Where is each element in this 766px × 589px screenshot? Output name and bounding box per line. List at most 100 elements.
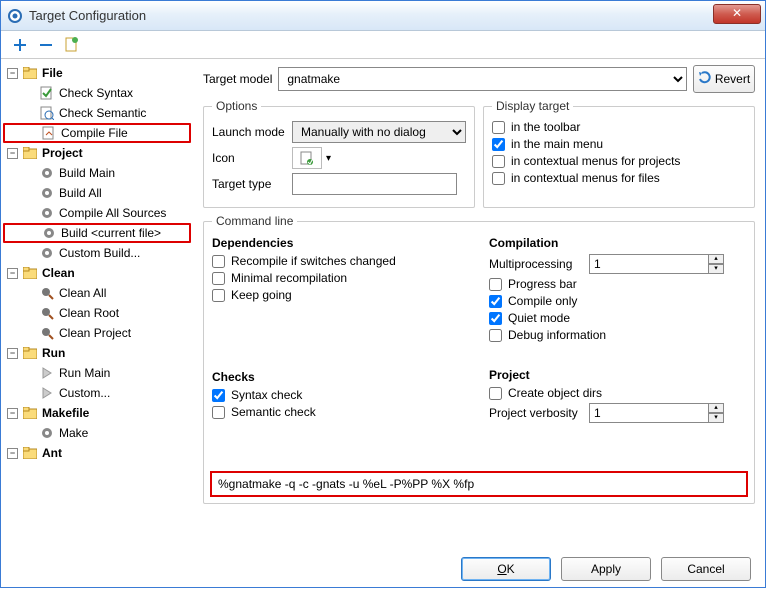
multi-label: Multiprocessing (489, 257, 589, 271)
revert-button[interactable]: Revert (693, 65, 755, 93)
tree-run-custom[interactable]: Custom... (3, 383, 191, 403)
display-legend: Display target (492, 99, 573, 113)
chk-syntax[interactable] (212, 389, 225, 402)
cancel-button[interactable]: Cancel (661, 557, 751, 581)
chk-recompile[interactable] (212, 255, 225, 268)
chk-create-obj[interactable] (489, 387, 502, 400)
spinner-buttons[interactable]: ▴▾ (708, 254, 724, 274)
spinner-buttons[interactable]: ▴▾ (708, 403, 724, 423)
folder-icon (22, 65, 38, 81)
tree-label: Ant (42, 446, 62, 460)
remove-icon[interactable] (37, 36, 55, 54)
multi-input[interactable] (589, 254, 709, 274)
tree-label: Check Syntax (59, 86, 133, 100)
chk-mainmenu[interactable] (492, 138, 505, 151)
add-icon[interactable] (11, 36, 29, 54)
tree-check-syntax[interactable]: Check Syntax (3, 83, 191, 103)
folder-icon (22, 445, 38, 461)
command-line-group: Command line Dependencies Recompile if s… (203, 214, 755, 504)
display-group: Display target in the toolbar in the mai… (483, 99, 755, 208)
tree-label: Custom Build... (59, 246, 140, 260)
tree-label: Check Semantic (59, 106, 146, 120)
chk-toolbar[interactable] (492, 121, 505, 134)
tree-run[interactable]: − Run (3, 343, 191, 363)
chk-ctx-proj-label: in contextual menus for projects (511, 154, 680, 168)
gear-icon (39, 185, 55, 201)
tree-label: Makefile (42, 406, 89, 420)
collapse-icon[interactable]: − (7, 448, 18, 459)
tree-build-all[interactable]: Build All (3, 183, 191, 203)
collapse-icon[interactable]: − (7, 68, 18, 79)
chk-quiet[interactable] (489, 312, 502, 325)
footer: OK Apply Cancel (1, 549, 765, 589)
compile-icon (41, 125, 57, 141)
chk-semantic-label: Semantic check (231, 405, 316, 419)
tree-compile-file[interactable]: Compile File (3, 123, 191, 143)
tree-makefile[interactable]: − Makefile (3, 403, 191, 423)
target-model-label: Target model (203, 72, 272, 86)
collapse-icon[interactable]: − (7, 148, 18, 159)
tree-label: Run (42, 346, 65, 360)
collapse-icon[interactable]: − (7, 408, 18, 419)
command-line-text[interactable]: %gnatmake -q -c -gnats -u %eL -P%PP %X %… (210, 471, 748, 497)
tree-compile-all[interactable]: Compile All Sources (3, 203, 191, 223)
chk-syntax-label: Syntax check (231, 388, 302, 402)
target-model-select[interactable]: gnatmake (278, 67, 687, 91)
tree-panel: − File Check Syntax Check Semantic Compi… (1, 59, 193, 549)
tree-check-semantic[interactable]: Check Semantic (3, 103, 191, 123)
chk-progress-label: Progress bar (508, 277, 577, 291)
gear-icon (39, 245, 55, 261)
tree-make[interactable]: Make (3, 423, 191, 443)
tree-build-current[interactable]: Build <current file> (3, 223, 191, 243)
target-type-label: Target type (212, 177, 292, 191)
gear-icon (39, 165, 55, 181)
tree-label: Custom... (59, 386, 110, 400)
tree-clean[interactable]: − Clean (3, 263, 191, 283)
tree-custom-build[interactable]: Custom Build... (3, 243, 191, 263)
cancel-label: Cancel (687, 562, 724, 576)
app-icon (7, 8, 23, 24)
chk-ctx-file[interactable] (492, 172, 505, 185)
collapse-icon[interactable]: − (7, 268, 18, 279)
chevron-down-icon[interactable]: ▾ (326, 153, 331, 164)
new-file-icon[interactable] (63, 36, 81, 54)
tree-label: Clean Root (59, 306, 119, 320)
chk-debug[interactable] (489, 329, 502, 342)
chk-keep[interactable] (212, 289, 225, 302)
play-icon (39, 385, 55, 401)
target-type-input[interactable] (292, 173, 457, 195)
ok-button[interactable]: OK (461, 557, 551, 581)
chk-minimal[interactable] (212, 272, 225, 285)
tree-label: Build All (59, 186, 102, 200)
tree-file[interactable]: − File (3, 63, 191, 83)
chk-ctx-proj[interactable] (492, 155, 505, 168)
launch-mode-select[interactable]: Manually with no dialog (292, 121, 466, 143)
apply-button[interactable]: Apply (561, 557, 651, 581)
chk-quiet-label: Quiet mode (508, 311, 570, 325)
tree-label: Compile All Sources (59, 206, 166, 220)
chk-semantic[interactable] (212, 406, 225, 419)
collapse-icon[interactable]: − (7, 348, 18, 359)
icon-picker[interactable] (292, 147, 322, 169)
tree-clean-all[interactable]: Clean All (3, 283, 191, 303)
chk-progress[interactable] (489, 278, 502, 291)
chk-compile-only[interactable] (489, 295, 502, 308)
chk-create-obj-label: Create object dirs (508, 386, 602, 400)
tree-label: Make (59, 426, 88, 440)
tree-clean-root[interactable]: Clean Root (3, 303, 191, 323)
revert-icon (698, 71, 712, 88)
verbosity-input[interactable] (589, 403, 709, 423)
tree-ant[interactable]: − Ant (3, 443, 191, 463)
gear-icon (41, 225, 57, 241)
close-button[interactable]: ✕ (713, 4, 761, 24)
tree-label: File (42, 66, 63, 80)
chk-compile-only-label: Compile only (508, 294, 577, 308)
tree-run-main[interactable]: Run Main (3, 363, 191, 383)
tree-label: Clean Project (59, 326, 131, 340)
tree-clean-project[interactable]: Clean Project (3, 323, 191, 343)
options-legend: Options (212, 99, 261, 113)
tree-build-main[interactable]: Build Main (3, 163, 191, 183)
toolbar (1, 31, 765, 59)
play-icon (39, 365, 55, 381)
tree-project[interactable]: − Project (3, 143, 191, 163)
